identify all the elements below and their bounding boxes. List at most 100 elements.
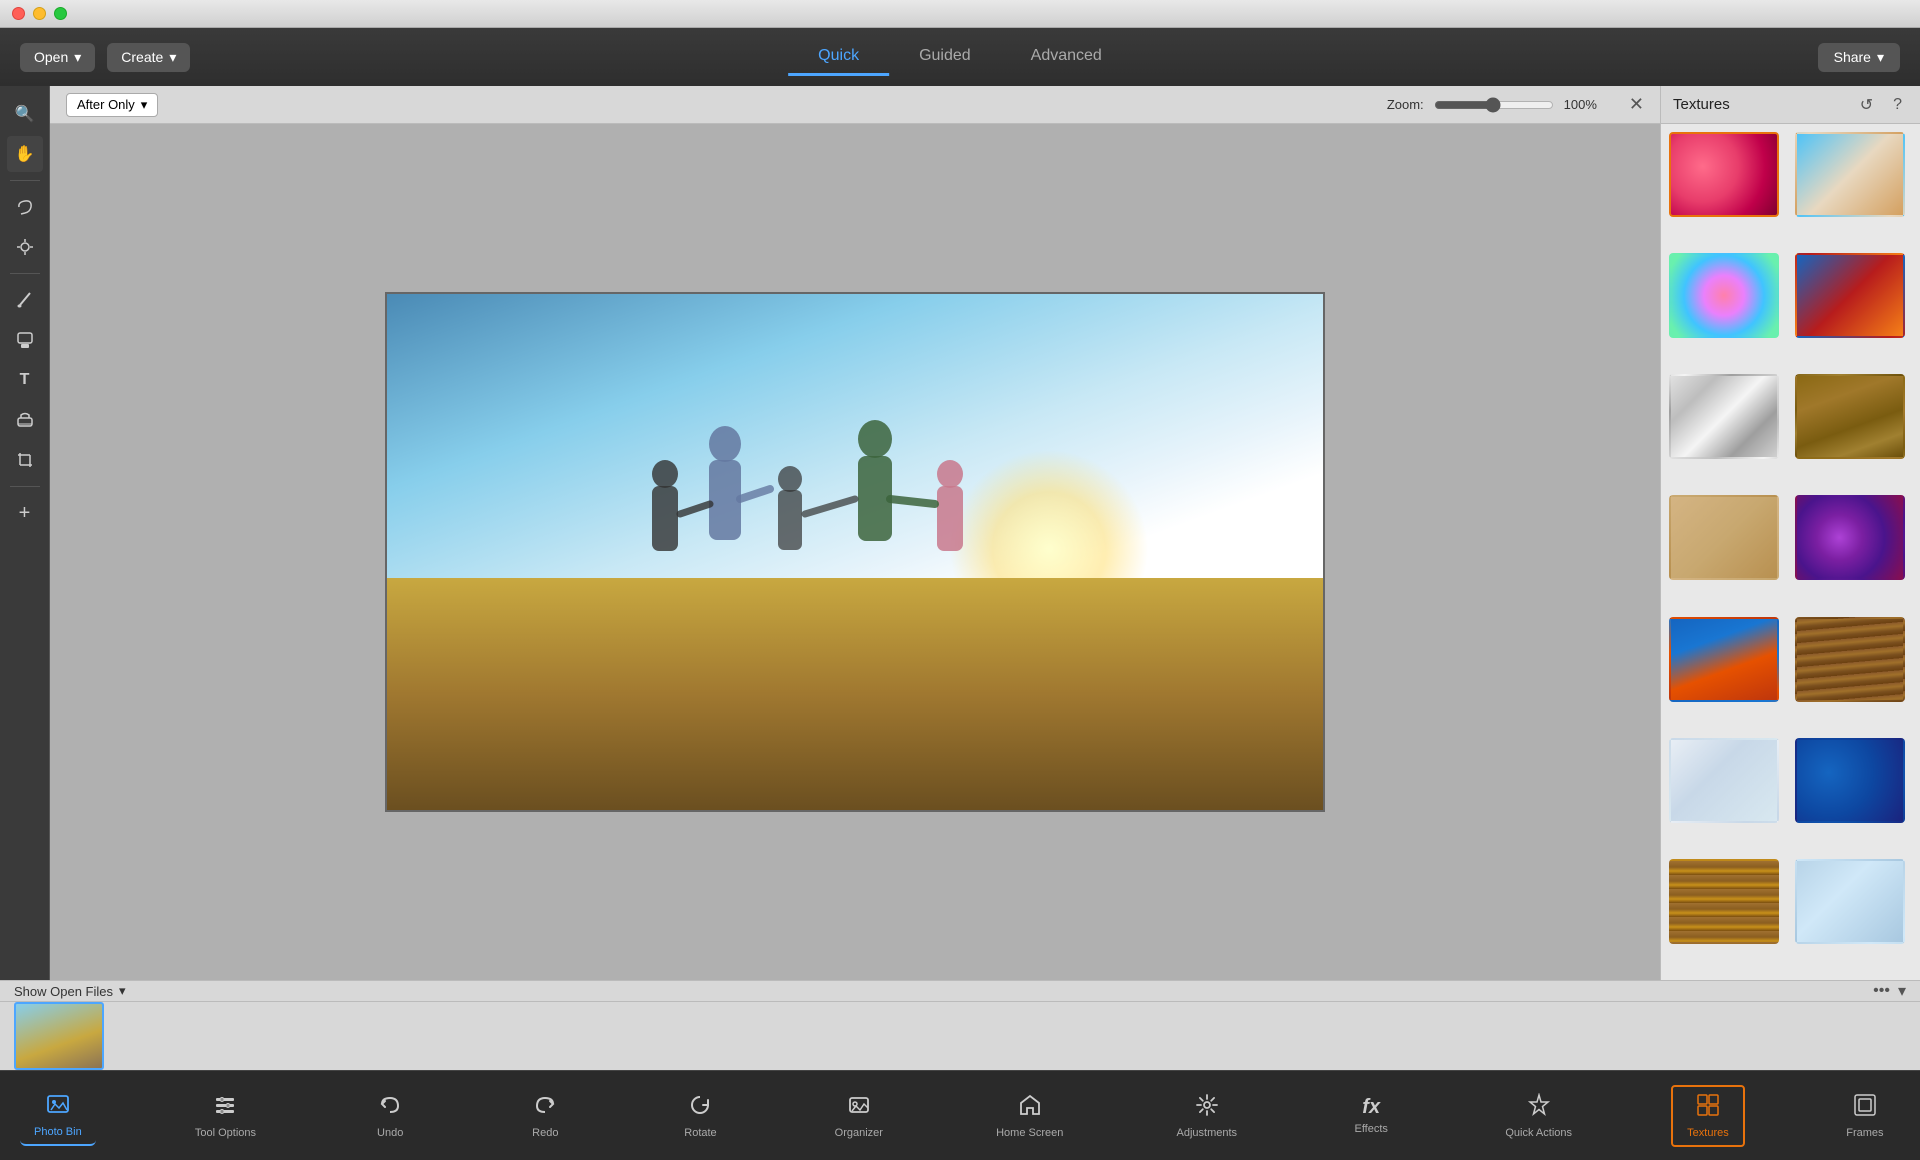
nav-tabs: Quick Guided Advanced: [788, 39, 1132, 76]
family-silhouette: [605, 414, 1105, 614]
minimize-window-button[interactable]: [33, 7, 46, 20]
undo-label: Undo: [377, 1127, 403, 1139]
crop-tool-button[interactable]: [7, 442, 43, 478]
bottom-panel: Show Open Files ▾ ••• ▾: [0, 980, 1920, 1070]
panel-refresh-button[interactable]: ↺: [1854, 93, 1879, 117]
chevron-down-icon: ▾: [141, 97, 148, 113]
textures-button[interactable]: Textures: [1671, 1085, 1745, 1147]
canvas-toolbar: After Only ▾ Zoom: 100% ✕: [50, 86, 1660, 124]
quick-actions-label: Quick Actions: [1505, 1127, 1572, 1139]
texture-12[interactable]: [1795, 738, 1905, 823]
effects-button[interactable]: fx Effects: [1336, 1090, 1406, 1141]
organizer-button[interactable]: Organizer: [821, 1087, 897, 1145]
show-open-files-label: Show Open Files ▾: [14, 983, 126, 999]
zoom-slider[interactable]: [1434, 97, 1554, 113]
redo-icon: [533, 1093, 557, 1123]
photo-display: [385, 292, 1325, 812]
canvas-inner: [50, 124, 1660, 980]
panel-title: Textures: [1673, 96, 1846, 113]
textures-icon: [1696, 1093, 1720, 1123]
texture-4[interactable]: [1795, 253, 1905, 338]
lasso-tool-button[interactable]: [7, 189, 43, 225]
frames-icon: [1853, 1093, 1877, 1123]
adjustments-button[interactable]: Adjustments: [1163, 1087, 1252, 1145]
view-mode-dropdown[interactable]: After Only ▾: [66, 93, 158, 117]
quick-actions-icon: [1527, 1093, 1551, 1123]
undo-icon: [378, 1093, 402, 1123]
maximize-window-button[interactable]: [54, 7, 67, 20]
photo-bin-button[interactable]: Photo Bin: [20, 1086, 96, 1146]
bottom-toolbar: Photo Bin Tool Options Undo Redo Rotate …: [0, 1070, 1920, 1160]
close-canvas-button[interactable]: ✕: [1629, 94, 1644, 115]
tool-options-icon: [213, 1093, 237, 1123]
tool-divider-2: [10, 273, 40, 274]
tool-divider-3: [10, 486, 40, 487]
texture-3[interactable]: [1669, 253, 1779, 338]
frames-button[interactable]: Frames: [1830, 1087, 1900, 1145]
add-tool-button[interactable]: +: [7, 495, 43, 531]
frames-label: Frames: [1846, 1127, 1883, 1139]
effects-label: Effects: [1354, 1123, 1387, 1135]
title-bar: [0, 0, 1920, 28]
open-button[interactable]: Open ▾: [20, 43, 95, 72]
text-tool-button[interactable]: T: [7, 362, 43, 398]
texture-11[interactable]: [1669, 738, 1779, 823]
texture-1[interactable]: [1669, 132, 1779, 217]
effects-icon: fx: [1362, 1096, 1380, 1119]
home-screen-label: Home Screen: [996, 1127, 1063, 1139]
adjustments-label: Adjustments: [1177, 1127, 1238, 1139]
textures-grid: [1661, 124, 1920, 980]
texture-8[interactable]: [1795, 495, 1905, 580]
files-more-button[interactable]: •••: [1873, 981, 1890, 1001]
magic-tool-button[interactable]: [7, 229, 43, 265]
texture-2[interactable]: [1795, 132, 1905, 217]
redo-label: Redo: [532, 1127, 558, 1139]
tab-quick[interactable]: Quick: [788, 39, 889, 76]
home-screen-button[interactable]: Home Screen: [982, 1087, 1077, 1145]
texture-13[interactable]: [1669, 859, 1779, 944]
tab-advanced[interactable]: Advanced: [1001, 39, 1132, 76]
redo-button[interactable]: Redo: [510, 1087, 580, 1145]
organizer-label: Organizer: [835, 1127, 883, 1139]
brush-tool-button[interactable]: [7, 282, 43, 318]
hand-tool-button[interactable]: ✋: [7, 136, 43, 172]
stamp-tool-button[interactable]: [7, 322, 43, 358]
menu-left: Open ▾ Create ▾: [20, 43, 190, 72]
left-toolbar: 🔍 ✋ T +: [0, 86, 50, 980]
filmstrip-photo-1[interactable]: [14, 1002, 104, 1070]
main-layout: 🔍 ✋ T + After Only ▾: [0, 86, 1920, 980]
texture-5[interactable]: [1669, 374, 1779, 459]
rotate-label: Rotate: [684, 1127, 716, 1139]
organizer-icon: [847, 1093, 871, 1123]
tool-options-label: Tool Options: [195, 1127, 256, 1139]
texture-14[interactable]: [1795, 859, 1905, 944]
panel-header: Textures ↺ ?: [1661, 86, 1920, 124]
photo-filmstrip: [0, 1002, 1920, 1070]
tool-options-button[interactable]: Tool Options: [181, 1087, 270, 1145]
quick-actions-button[interactable]: Quick Actions: [1491, 1087, 1586, 1145]
texture-7[interactable]: [1669, 495, 1779, 580]
create-button[interactable]: Create ▾: [107, 43, 190, 72]
eraser-tool-button[interactable]: [7, 402, 43, 438]
texture-6[interactable]: [1795, 374, 1905, 459]
rotate-button[interactable]: Rotate: [665, 1087, 735, 1145]
files-actions: ••• ▾: [1873, 981, 1906, 1001]
tab-guided[interactable]: Guided: [889, 39, 1001, 76]
tool-divider: [10, 180, 40, 181]
search-tool-button[interactable]: 🔍: [7, 96, 43, 132]
home-screen-icon: [1018, 1093, 1042, 1123]
texture-9[interactable]: [1669, 617, 1779, 702]
texture-10[interactable]: [1795, 617, 1905, 702]
rotate-icon: [688, 1093, 712, 1123]
close-window-button[interactable]: [12, 7, 25, 20]
zoom-control: Zoom: 100%: [1387, 97, 1597, 113]
undo-button[interactable]: Undo: [355, 1087, 425, 1145]
textures-label: Textures: [1687, 1127, 1729, 1139]
share-button[interactable]: Share ▾: [1818, 43, 1900, 72]
files-collapse-button[interactable]: ▾: [1898, 981, 1906, 1001]
adjustments-icon: [1195, 1093, 1219, 1123]
menu-bar: Open ▾ Create ▾ Quick Guided Advanced Sh…: [0, 28, 1920, 86]
chevron-down-icon[interactable]: ▾: [119, 983, 126, 999]
panel-help-button[interactable]: ?: [1887, 94, 1908, 116]
bottom-files: Show Open Files ▾ ••• ▾: [0, 981, 1920, 1002]
